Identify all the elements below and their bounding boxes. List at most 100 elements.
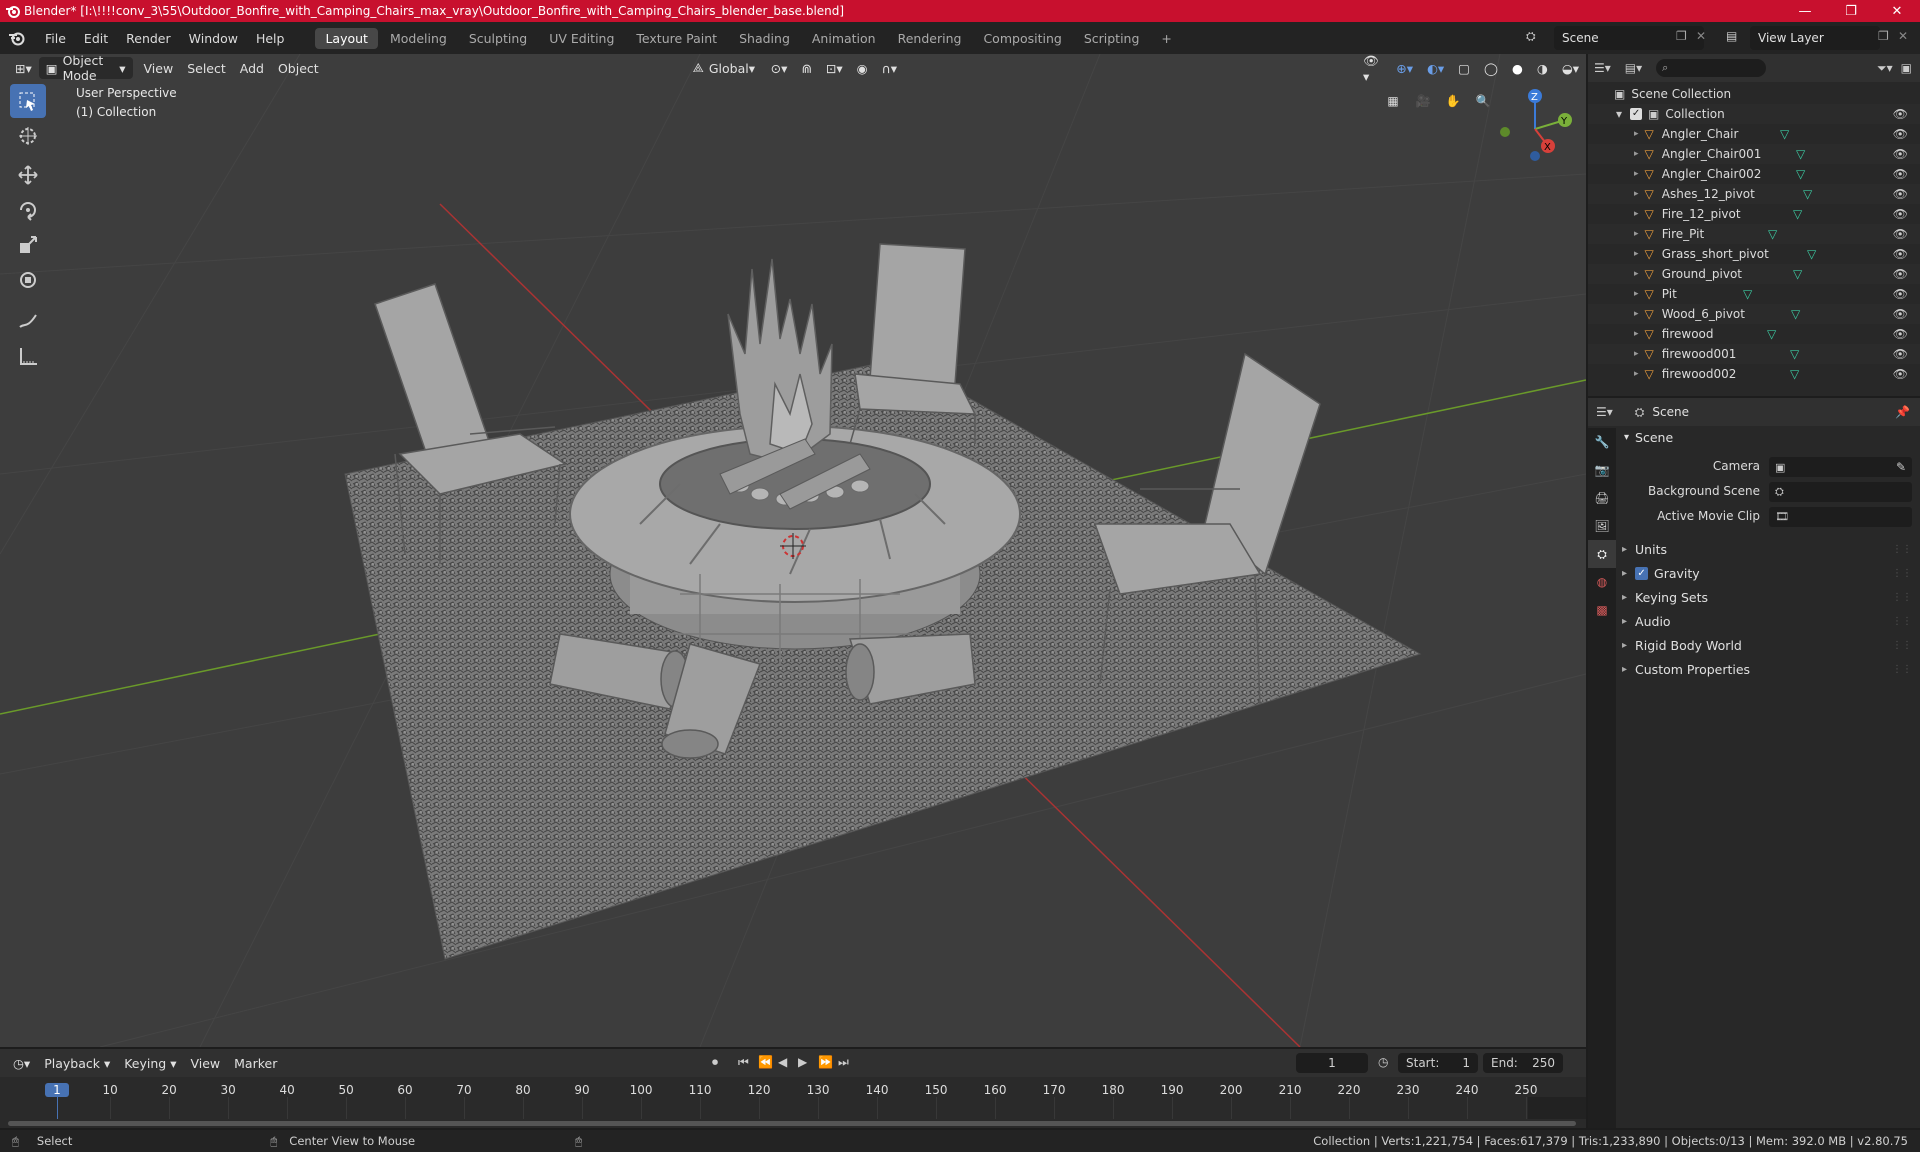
blender-menu-icon[interactable]	[6, 27, 28, 49]
wireframe-shading-icon[interactable]: ◯	[1477, 57, 1505, 79]
pan-view-icon[interactable]: ✋	[1440, 88, 1466, 114]
rotate-tool[interactable]	[10, 193, 46, 227]
mesh-data-icon[interactable]: ▽	[1743, 287, 1752, 301]
drag-handle-icon[interactable]: ⋮⋮	[1892, 592, 1912, 603]
toggle-grid-icon[interactable]: ▦	[1380, 88, 1406, 114]
outliner-row[interactable]: ▸ ▽ Grass_short_pivot ▽ 👁	[1588, 244, 1920, 264]
tab-uv-editing[interactable]: UV Editing	[539, 28, 624, 49]
mesh-data-icon[interactable]: ▽	[1803, 187, 1812, 201]
mesh-data-icon[interactable]: ▽	[1790, 347, 1799, 361]
tab-texture-paint[interactable]: Texture Paint	[626, 28, 727, 49]
visibility-eye-icon[interactable]: 👁	[1893, 247, 1908, 261]
visibility-eye-icon[interactable]: 👁	[1893, 267, 1908, 281]
timeline-menu-playback[interactable]: Playback ▾	[37, 1052, 117, 1074]
expand-arrow-icon[interactable]: ▸	[1634, 289, 1639, 299]
new-view-layer-icon[interactable]: ❐	[1878, 29, 1889, 43]
view-layer-tab-icon[interactable]: 🖼	[1588, 512, 1616, 540]
scale-tool[interactable]	[10, 228, 46, 262]
mesh-data-icon[interactable]: ▽	[1790, 367, 1799, 381]
navigation-gizmo[interactable]: Z Y X	[1490, 84, 1580, 174]
outliner-editor-type-icon[interactable]: ☰▾	[1594, 61, 1611, 75]
outliner-row[interactable]: ▸ ▽ firewood002 ▽ 👁	[1588, 364, 1920, 384]
object-mode-dropdown[interactable]: ▣ Object Mode ▾	[38, 54, 133, 83]
visibility-eye-icon[interactable]: 👁	[1893, 367, 1908, 381]
world-tab-icon[interactable]: ◍	[1588, 568, 1616, 596]
mesh-data-icon[interactable]: ▽	[1780, 127, 1789, 141]
menu-help[interactable]: Help	[247, 31, 294, 46]
collection-row[interactable]: ▾ ✓ ▣ Collection 👁	[1588, 104, 1920, 124]
pivot-point-icon[interactable]: ⊙▾	[764, 57, 795, 79]
mesh-data-icon[interactable]: ▽	[1793, 267, 1802, 281]
texture-tab-icon[interactable]: ▩	[1588, 596, 1616, 624]
play-icon[interactable]: ▶	[798, 1055, 807, 1069]
expand-arrow-icon[interactable]: ▸	[1634, 209, 1639, 219]
expand-arrow-icon[interactable]: ▸	[1634, 169, 1639, 179]
filter-icon[interactable]: ⏷▾	[1877, 61, 1893, 76]
display-mode-icon[interactable]: ▤▾	[1625, 61, 1642, 75]
eyedropper-icon[interactable]: ✎	[1896, 460, 1906, 474]
tab-scripting[interactable]: Scripting	[1074, 28, 1150, 49]
viewport-menu-add[interactable]: Add	[233, 57, 271, 79]
jump-end-icon[interactable]: ⏭	[838, 1055, 849, 1070]
scene-selector-icon[interactable]: ⛭	[1526, 29, 1536, 44]
tab-sculpting[interactable]: Sculpting	[459, 28, 537, 49]
visibility-eye-icon[interactable]: 👁	[1893, 147, 1908, 161]
visibility-eye-icon[interactable]: 👁	[1893, 287, 1908, 301]
drag-handle-icon[interactable]: ⋮⋮	[1892, 568, 1912, 579]
outliner-row[interactable]: ▸ ▽ Ground_pivot ▽ 👁	[1588, 264, 1920, 284]
tab-layout[interactable]: Layout	[315, 27, 378, 49]
rendered-shading-icon[interactable]: ◒▾	[1555, 57, 1586, 79]
viewport-menu-object[interactable]: Object	[271, 57, 326, 79]
outliner-row[interactable]: ▸ ▽ Angler_Chair001 ▽ 👁	[1588, 144, 1920, 164]
record-icon[interactable]: ⏺	[712, 1055, 718, 1070]
pin-icon[interactable]: 📌	[1895, 405, 1910, 419]
outliner-row[interactable]: ▸ ▽ Fire_Pit ▽ 👁	[1588, 224, 1920, 244]
delete-scene-icon[interactable]: ✕	[1696, 29, 1706, 43]
subpanel-gravity[interactable]: ▸ ✓ Gravity ⋮⋮	[1622, 563, 1912, 583]
mesh-data-icon[interactable]: ▽	[1793, 207, 1802, 221]
jump-start-icon[interactable]: ⏮	[738, 1055, 749, 1070]
xray-icon[interactable]: ▢	[1451, 57, 1477, 79]
current-frame-field[interactable]: 1	[1296, 1053, 1368, 1073]
jump-keyframe-forward-icon[interactable]: ⏩	[818, 1055, 833, 1069]
output-tab-icon[interactable]: 🖨	[1588, 484, 1616, 512]
visibility-eye-icon[interactable]: 👁	[1893, 347, 1908, 361]
outliner-row[interactable]: ▸ ▽ Pit ▽ 👁	[1588, 284, 1920, 304]
subpanel-custom-properties[interactable]: ▸ Custom Properties ⋮⋮	[1622, 659, 1912, 679]
expand-arrow-icon[interactable]: ▸	[1634, 149, 1639, 159]
proportional-edit-icon[interactable]: ◉	[850, 57, 875, 79]
delete-view-layer-icon[interactable]: ✕	[1898, 29, 1908, 43]
gravity-checkbox[interactable]: ✓	[1635, 566, 1649, 580]
expand-arrow-icon[interactable]: ▸	[1634, 129, 1639, 139]
menu-file[interactable]: File	[36, 31, 75, 46]
scene-tab-icon[interactable]: ⛭	[1588, 540, 1616, 568]
editor-type-icon[interactable]: ⊞▾	[8, 57, 39, 79]
outliner-row[interactable]: ▸ ▽ Angler_Chair ▽ 👁	[1588, 124, 1920, 144]
tab-rendering[interactable]: Rendering	[888, 28, 972, 49]
drag-handle-icon[interactable]: ⋮⋮	[1892, 544, 1912, 555]
new-collection-icon[interactable]: ▣	[1901, 61, 1912, 75]
camera-field[interactable]: ▣ ✎	[1769, 457, 1912, 477]
expand-arrow-icon[interactable]: ▸	[1634, 189, 1639, 199]
visibility-icon[interactable]: 👁▾	[1356, 54, 1389, 84]
menu-window[interactable]: Window	[180, 31, 247, 46]
timeline-menu-keying[interactable]: Keying ▾	[117, 1052, 183, 1074]
mesh-data-icon[interactable]: ▽	[1796, 167, 1805, 181]
camera-view-icon[interactable]: 🎥	[1410, 88, 1436, 114]
scene-panel-header[interactable]: ▾ Scene	[1624, 430, 1673, 445]
3d-viewport[interactable]: ⊞▾ ▣ Object Mode ▾ View Select Add Object…	[0, 54, 1586, 1047]
outliner-row[interactable]: ▸ ▽ Fire_12_pivot ▽ 👁	[1588, 204, 1920, 224]
close-button[interactable]: ✕	[1874, 4, 1920, 19]
properties-editor-type-icon[interactable]: ☰▾	[1596, 405, 1613, 419]
expand-arrow-icon[interactable]: ▸	[1634, 309, 1639, 319]
tool-tab-icon[interactable]: 🔧	[1588, 428, 1616, 456]
move-tool[interactable]	[10, 158, 46, 192]
snap-target-icon[interactable]: ⊡▾	[819, 57, 850, 79]
snap-icon[interactable]: ⋒	[794, 57, 818, 79]
expand-arrow-icon[interactable]: ▸	[1634, 369, 1639, 379]
annotate-tool[interactable]	[10, 304, 46, 338]
minimize-button[interactable]: —	[1782, 4, 1828, 19]
drag-handle-icon[interactable]: ⋮⋮	[1892, 664, 1912, 675]
view-layer-field[interactable]: View Layer	[1750, 26, 1880, 50]
add-workspace-button[interactable]: +	[1151, 28, 1181, 49]
